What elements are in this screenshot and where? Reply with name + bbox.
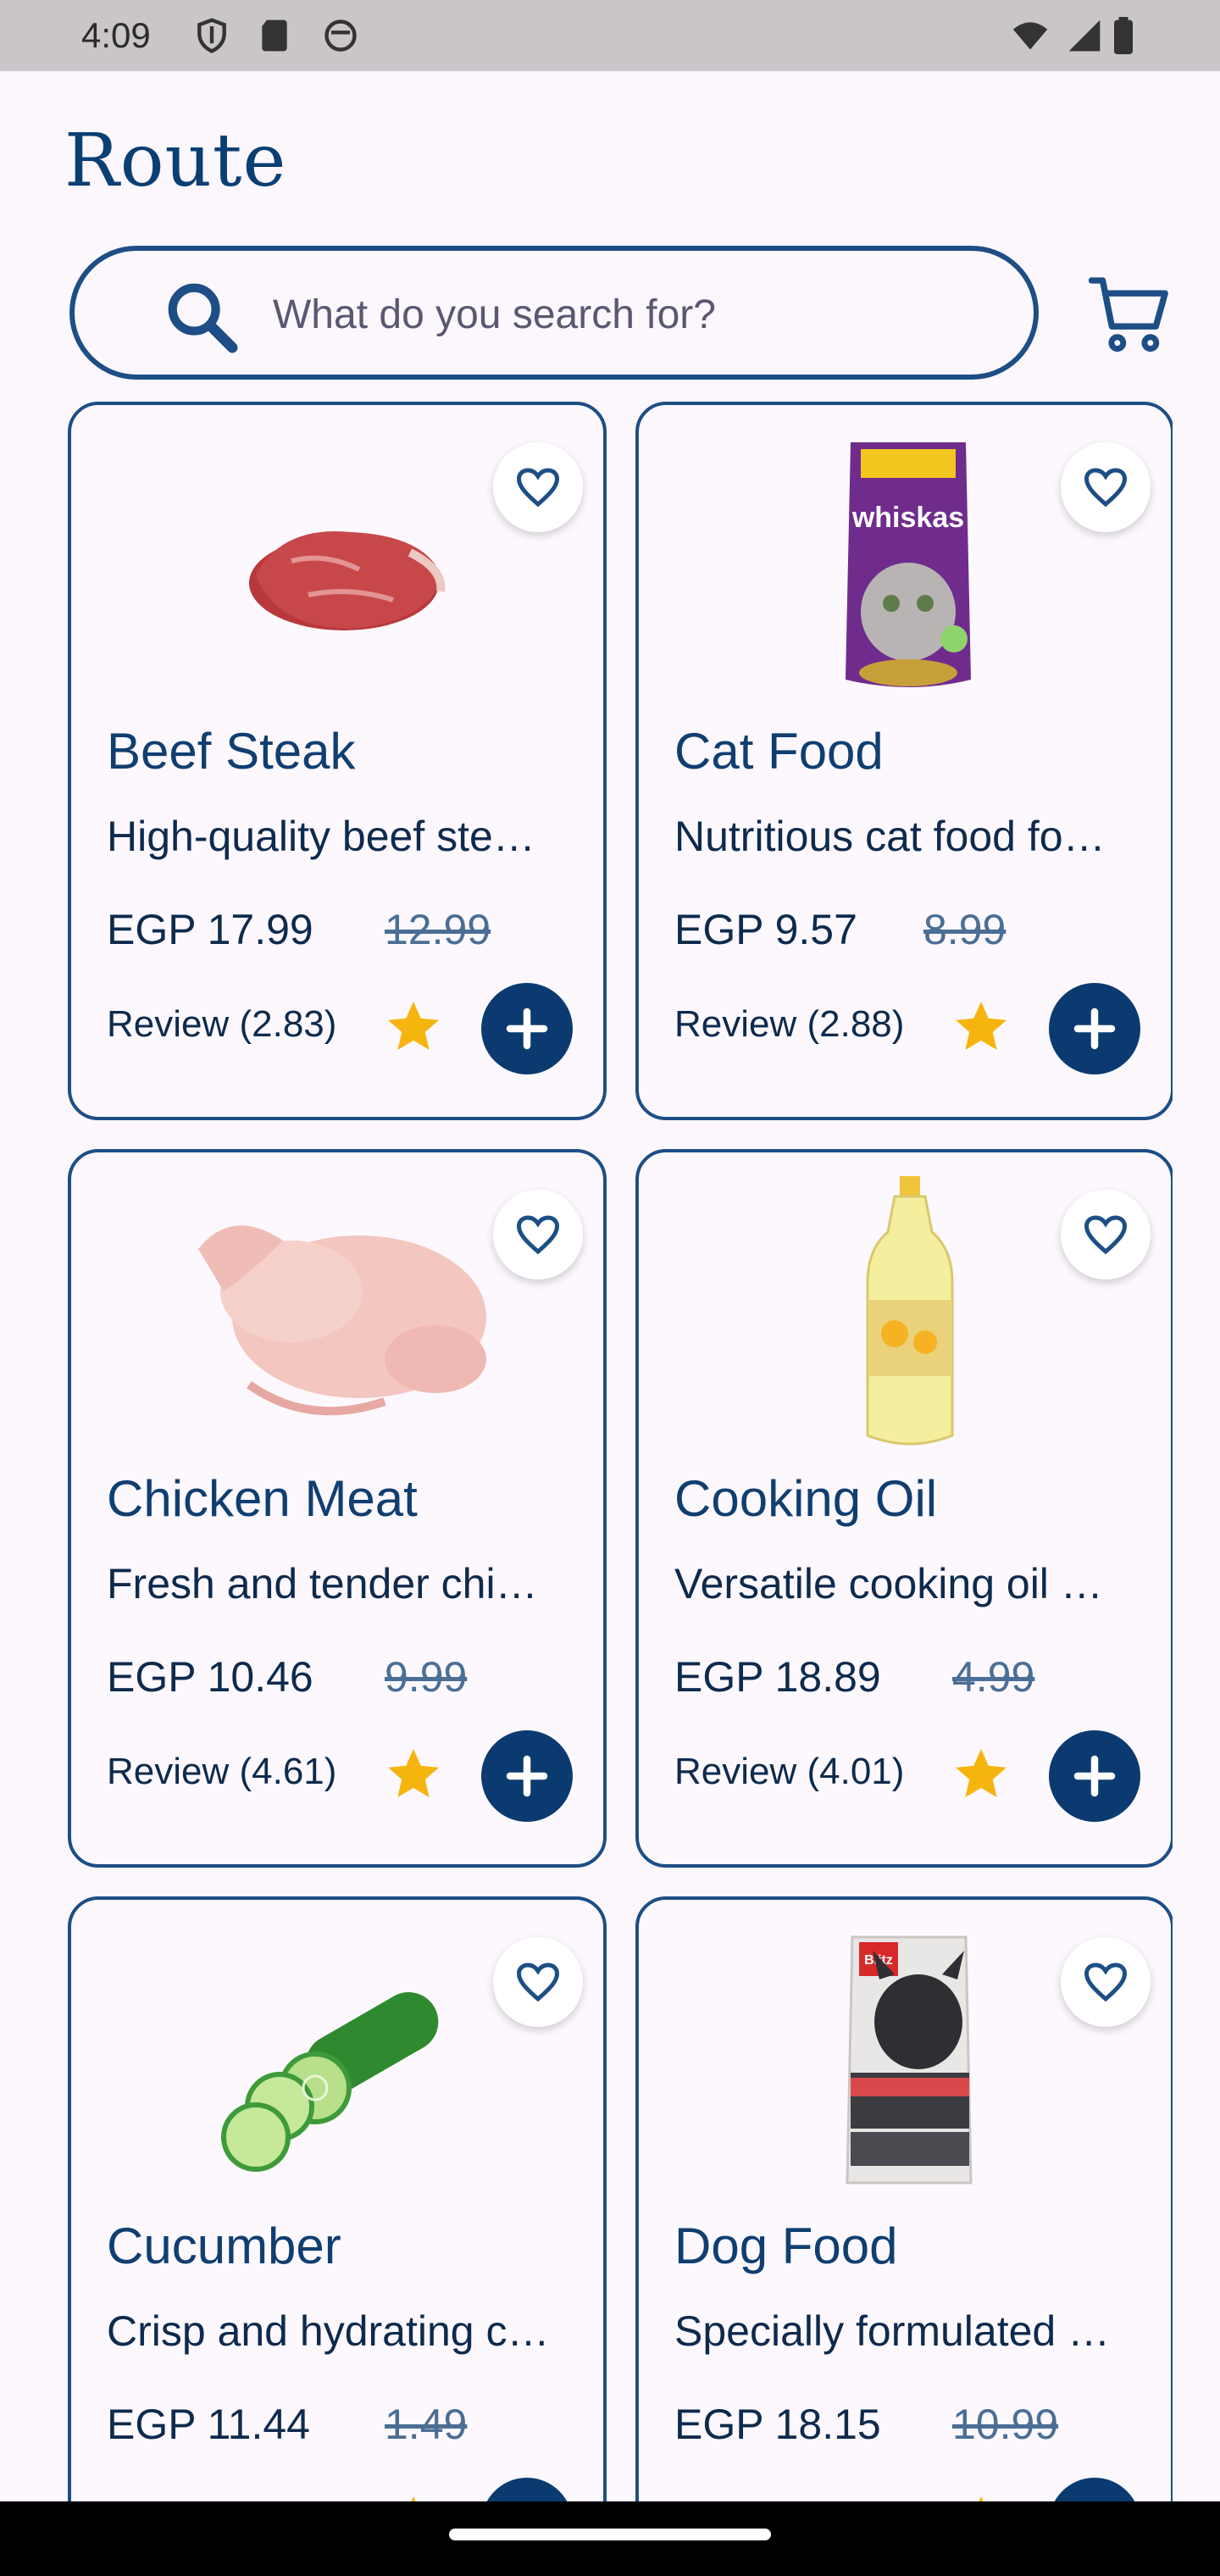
product-description: High-quality beef ste… — [107, 813, 535, 860]
heart-icon — [516, 1963, 560, 2002]
search-input[interactable] — [271, 285, 1000, 344]
svg-text:whiskas: whiskas — [851, 502, 964, 534]
product-description: Versatile cooking oil … — [674, 1560, 1103, 1607]
product-old-price: 1.49 — [385, 2401, 468, 2448]
heart-icon — [1084, 1215, 1128, 1255]
product-grid: Beef Steak High-quality beef ste… EGP 17… — [68, 402, 1173, 2501]
plus-icon — [1073, 1008, 1116, 1050]
add-to-cart-button[interactable] — [481, 983, 573, 1074]
product-old-price: 10.99 — [952, 2401, 1059, 2448]
product-description: Nutritious cat food fo… — [674, 813, 1106, 860]
signal-icon — [1068, 19, 1101, 52]
app-logo: Route — [64, 119, 287, 203]
product-price: EGP 11.44 — [107, 2401, 310, 2448]
heart-icon — [1084, 468, 1128, 508]
product-card[interactable]: Chicken Meat Fresh and tender chi… EGP 1… — [68, 1149, 607, 1868]
battery-icon — [1114, 17, 1133, 54]
favorite-button[interactable] — [1061, 442, 1151, 532]
product-card[interactable]: Cooking Oil Versatile cooking oil … EGP … — [635, 1149, 1173, 1868]
add-to-cart-button[interactable] — [481, 1730, 573, 1822]
product-review: Review (4.61) — [107, 1751, 337, 1792]
home-indicator[interactable] — [449, 2529, 771, 2540]
product-review: Review (2.88) — [674, 1003, 905, 1045]
star-icon — [411, 2496, 416, 2501]
product-old-price: 12.99 — [385, 906, 491, 953]
status-time: 4:09 — [81, 15, 151, 55]
product-card[interactable]: Cucumber Crisp and hydrating c… EGP 11.4… — [68, 1896, 607, 2501]
product-name: Cucumber — [107, 2218, 341, 2274]
star-icon — [979, 2496, 984, 2501]
face-icon — [324, 19, 357, 52]
star-icon — [956, 1002, 1006, 1050]
wifi-icon — [1012, 22, 1048, 50]
product-price: EGP 18.15 — [674, 2401, 881, 2448]
product-name: Cooking Oil — [674, 1470, 938, 1527]
add-to-cart-button[interactable] — [1049, 983, 1140, 1074]
star-icon — [956, 1749, 1006, 1797]
product-description: Specially formulated … — [674, 2307, 1111, 2355]
favorite-button[interactable] — [493, 1937, 583, 2027]
favorite-button[interactable] — [493, 1190, 583, 1280]
product-name: Cat Food — [674, 723, 884, 780]
product-name: Beef Steak — [107, 723, 356, 780]
product-old-price: 9.99 — [385, 1653, 468, 1701]
product-price: EGP 17.99 — [107, 906, 313, 953]
product-name: Dog Food — [674, 2218, 898, 2274]
product-card[interactable]: Beef Steak High-quality beef ste… EGP 17… — [68, 402, 607, 1120]
product-card[interactable]: whiskas Cat Food Nutritious cat food fo…… — [635, 402, 1173, 1120]
add-to-cart-button[interactable] — [1049, 2478, 1140, 2501]
status-bar: 4:09 — [0, 0, 1220, 71]
cart-icon[interactable] — [1086, 269, 1174, 358]
star-icon — [388, 1002, 439, 1050]
plus-icon — [1073, 1755, 1116, 1797]
star-icon — [388, 1749, 439, 1797]
favorite-button[interactable] — [493, 442, 583, 532]
product-description: Crisp and hydrating c… — [107, 2307, 550, 2355]
heart-icon — [516, 1215, 560, 1255]
system-nav-bar — [0, 2501, 1220, 2576]
product-price: EGP 18.89 — [674, 1653, 881, 1701]
search-bar[interactable] — [69, 246, 1039, 380]
shield-icon — [197, 18, 226, 53]
add-to-cart-button[interactable] — [1049, 1730, 1140, 1822]
plus-icon — [506, 1755, 548, 1797]
heart-icon — [516, 468, 560, 508]
heart-icon — [1084, 1963, 1128, 2002]
product-review: Review (2.83) — [107, 1003, 337, 1045]
product-name: Chicken Meat — [107, 1470, 418, 1527]
logo-text: Route — [64, 119, 287, 203]
product-review: Review (4.01) — [674, 1751, 905, 1792]
product-old-price: 4.99 — [952, 1653, 1035, 1701]
search-icon[interactable] — [161, 276, 241, 356]
product-price: EGP 9.57 — [674, 906, 857, 953]
favorite-button[interactable] — [1061, 1937, 1151, 2027]
favorite-button[interactable] — [1061, 1190, 1151, 1280]
product-price: EGP 10.46 — [107, 1653, 313, 1701]
add-to-cart-button[interactable] — [481, 2478, 573, 2501]
plus-icon — [506, 1008, 548, 1050]
product-card[interactable]: Blitz Dog Food Specially formulated … EG… — [635, 1896, 1173, 2501]
product-old-price: 8.99 — [923, 906, 1006, 953]
sd-card-icon — [262, 19, 287, 52]
product-description: Fresh and tender chi… — [107, 1560, 538, 1607]
